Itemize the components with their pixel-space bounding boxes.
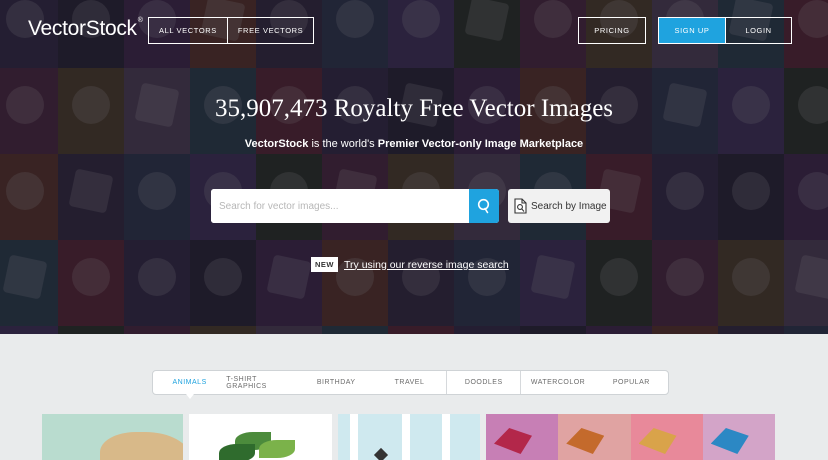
new-badge: NEW xyxy=(311,257,338,272)
login-button[interactable]: LOGIN xyxy=(725,18,791,43)
reverse-search-promo: NEW Try using our reverse image search xyxy=(311,257,509,272)
leaf-shape xyxy=(259,440,295,458)
fox-shape xyxy=(373,447,389,460)
tab-birthday[interactable]: BIRTHDAY xyxy=(300,371,373,394)
tab-doodles[interactable]: DOODLES xyxy=(446,371,520,394)
category-tabs: ANIMALS T-SHIRT GRAPHICS BIRTHDAY TRAVEL… xyxy=(152,370,669,399)
tab-animals[interactable]: ANIMALS xyxy=(153,371,226,399)
gallery-card-winter-forest[interactable] xyxy=(338,414,480,460)
tree-trunk xyxy=(350,414,358,460)
search-by-image-button[interactable]: Search by Image xyxy=(508,189,610,223)
logo-mark: ® xyxy=(137,17,143,24)
reverse-image-search-link[interactable]: Try using our reverse image search xyxy=(344,259,509,271)
gallery-card-leaf-bird[interactable] xyxy=(189,414,332,460)
all-vectors-button[interactable]: ALL VECTORS xyxy=(149,18,227,43)
tab-popular[interactable]: POPULAR xyxy=(595,371,668,394)
tab-watercolor[interactable]: WATERCOLOR xyxy=(520,371,594,394)
auth-button-group: SIGN UP LOGIN xyxy=(658,17,792,44)
polygon-tile xyxy=(486,414,559,460)
tagline-brand: VectorStock xyxy=(244,138,309,150)
tagline-middle: is the world's xyxy=(308,138,378,150)
search-bar xyxy=(211,189,499,223)
image-file-icon xyxy=(514,198,527,214)
search-by-image-label: Search by Image xyxy=(531,200,607,212)
search-icon xyxy=(477,198,490,214)
tagline: VectorStock is the world's Premier Vecto… xyxy=(0,138,828,150)
logo-text: VectorStock xyxy=(28,17,137,40)
top-navigation: VectorStock® ALL VECTORS FREE VECTORS PR… xyxy=(0,0,828,60)
polygon-tile xyxy=(558,414,631,460)
polygon-tile xyxy=(630,414,703,460)
vectorstock-logo[interactable]: VectorStock® xyxy=(28,17,143,41)
tagline-highlight: Premier Vector-only Image Marketplace xyxy=(377,138,584,150)
tab-t-shirt-graphics[interactable]: T-SHIRT GRAPHICS xyxy=(226,371,299,394)
vectors-button-group: ALL VECTORS FREE VECTORS xyxy=(148,17,315,44)
hero-banner: VectorStock® ALL VECTORS FREE VECTORS PR… xyxy=(0,0,828,334)
gallery-card-animal-illustration[interactable] xyxy=(42,414,183,460)
search-button[interactable] xyxy=(469,189,499,223)
pricing-button[interactable]: PRICING xyxy=(578,17,646,44)
polygon-tile xyxy=(702,414,775,460)
search-input[interactable] xyxy=(211,189,469,223)
page-headline: 35,907,473 Royalty Free Vector Images xyxy=(214,95,614,122)
tree-trunk xyxy=(402,414,410,460)
sign-up-button[interactable]: SIGN UP xyxy=(659,18,725,43)
animal-shape xyxy=(100,432,183,460)
free-vectors-button[interactable]: FREE VECTORS xyxy=(226,18,313,43)
gallery-card-polygon-animals[interactable] xyxy=(486,414,775,460)
tab-travel[interactable]: TRAVEL xyxy=(373,371,446,394)
image-gallery xyxy=(42,414,780,460)
tree-trunk xyxy=(442,414,450,460)
leaf-shape xyxy=(219,444,255,460)
